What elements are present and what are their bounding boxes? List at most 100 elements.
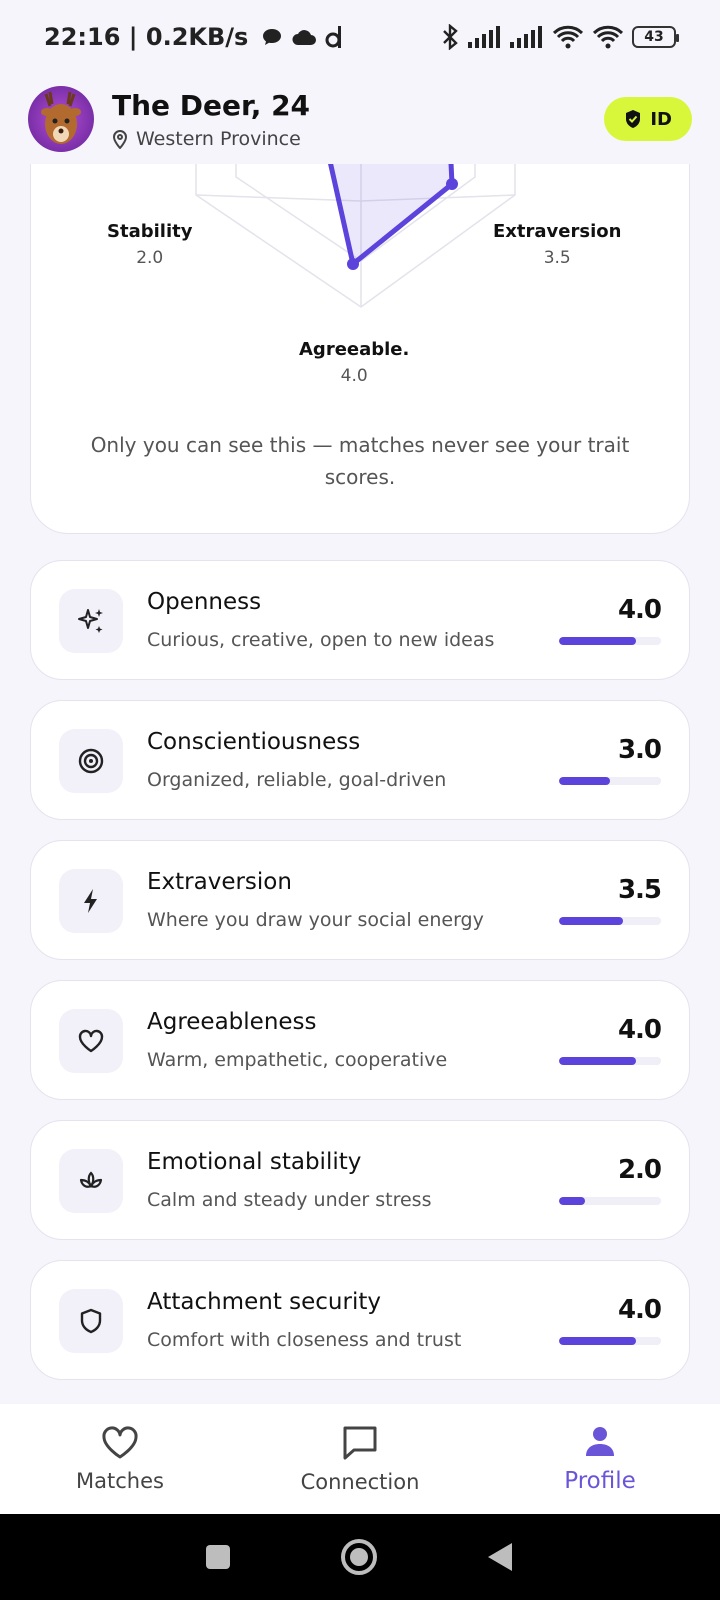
trait-icon-box xyxy=(59,589,123,653)
trait-icon-box xyxy=(59,1289,123,1353)
chat-bubble-icon xyxy=(263,29,282,45)
shield-icon xyxy=(80,1308,102,1334)
trait-card-conscientiousness[interactable]: Conscientiousness Organized, reliable, g… xyxy=(30,700,690,820)
nav-profile[interactable]: Profile xyxy=(480,1404,720,1514)
lotus-icon xyxy=(79,1171,103,1188)
lightning-icon xyxy=(84,889,97,913)
heart-icon xyxy=(102,1426,138,1459)
cloud-icon xyxy=(292,30,317,45)
radar-label-agreeable-name: Agreeable. xyxy=(299,339,410,360)
trait-card-agreeableness[interactable]: Agreeableness Warm, empathetic, cooperat… xyxy=(30,980,690,1100)
nav-connection[interactable]: Connection xyxy=(240,1404,480,1514)
sparkles-icon xyxy=(78,609,103,633)
radar-label-agreeable-value: 4.0 xyxy=(340,366,368,386)
profile-location: Western Province xyxy=(112,128,310,150)
person-icon xyxy=(586,1427,614,1456)
nav-connection-label: Connection xyxy=(300,1470,420,1494)
recents-square-icon[interactable] xyxy=(204,1543,232,1571)
heart-icon xyxy=(78,1029,104,1053)
trait-desc: Organized, reliable, goal-driven xyxy=(147,769,447,791)
chat-icon xyxy=(343,1426,377,1460)
radar-label-stability: Stability 2.0 xyxy=(107,221,192,268)
avatar[interactable] xyxy=(28,86,94,152)
trait-title: Conscientiousness xyxy=(147,729,361,755)
radar-label-extraversion-value: 3.5 xyxy=(543,248,571,268)
profile-header: The Deer, 24 Western Province ID xyxy=(0,74,720,164)
status-left: 22:16 | 0.2KB/s xyxy=(44,23,346,51)
trait-score-bar-fill xyxy=(559,1337,636,1345)
id-badge-label: ID xyxy=(650,108,672,130)
trait-score: 4.0 xyxy=(617,595,662,625)
trait-score-bar-fill xyxy=(559,1057,636,1065)
wifi-icon-2 xyxy=(592,25,624,49)
radar-label-stability-value: 2.0 xyxy=(136,248,164,268)
trait-score: 4.0 xyxy=(617,1295,662,1325)
radar-label-agreeable: Agreeable. 4.0 xyxy=(299,339,409,386)
battery-level: 43 xyxy=(644,29,664,45)
location-pin-icon xyxy=(112,129,128,149)
signal-icon-2 xyxy=(510,26,542,48)
signal-icon xyxy=(468,26,500,48)
trait-card-extraversion[interactable]: Extraversion Where you draw your social … xyxy=(30,840,690,960)
back-triangle-icon[interactable] xyxy=(486,1541,516,1573)
radar-label-extraversion-name: Extraversion xyxy=(493,221,622,242)
trait-card-emotional-stability[interactable]: Emotional stability Calm and steady unde… xyxy=(30,1120,690,1240)
trait-desc: Where you draw your social energy xyxy=(147,909,484,931)
id-verified-badge[interactable]: ID xyxy=(604,97,692,141)
radar-point-extraversion xyxy=(446,178,458,190)
trait-title: Attachment security xyxy=(147,1289,381,1315)
shield-check-icon xyxy=(626,110,641,128)
wifi-icon xyxy=(552,25,584,49)
bluetooth-icon xyxy=(443,24,458,50)
trait-score-bar-fill xyxy=(559,1197,585,1205)
trait-title: Openness xyxy=(147,589,262,615)
status-bar: 22:16 | 0.2KB/s 43 xyxy=(0,0,720,74)
trait-desc: Curious, creative, open to new ideas xyxy=(147,629,495,651)
privacy-note: Only you can see this — matches never se… xyxy=(90,433,630,489)
location-text: Western Province xyxy=(136,127,301,150)
trait-score-bar xyxy=(559,637,661,645)
trait-radar-card: Stability 2.0 Extraversion 3.5 Agreeable… xyxy=(30,120,690,534)
trait-title: Agreeableness xyxy=(147,1009,317,1035)
trait-icon-box xyxy=(59,729,123,793)
nav-matches[interactable]: Matches xyxy=(0,1404,240,1514)
trait-desc: Calm and steady under stress xyxy=(147,1189,432,1211)
trait-score-bar xyxy=(559,917,661,925)
trait-score: 3.5 xyxy=(617,875,662,905)
trait-icon-box xyxy=(59,1009,123,1073)
status-right: 43 xyxy=(440,24,679,50)
trait-score-bar xyxy=(559,1057,661,1065)
profile-name: The Deer, 24 xyxy=(112,88,311,122)
status-time: 22:16 | 0.2KB/s xyxy=(44,23,249,51)
trait-score-bar xyxy=(559,777,661,785)
trait-score: 3.0 xyxy=(617,735,662,765)
trait-card-openness[interactable]: Openness Curious, creative, open to new … xyxy=(30,560,690,680)
nav-profile-label: Profile xyxy=(564,1468,636,1494)
trait-card-attachment-security[interactable]: Attachment security Comfort with closene… xyxy=(30,1260,690,1380)
trait-score: 4.0 xyxy=(617,1015,662,1045)
deer-avatar-icon xyxy=(41,91,81,144)
trait-score-bar-fill xyxy=(559,777,610,785)
trait-score-bar xyxy=(559,1197,661,1205)
nav-matches-label: Matches xyxy=(76,1469,164,1493)
trait-icon-box xyxy=(59,869,123,933)
trait-icon-box xyxy=(59,1149,123,1213)
trait-desc: Comfort with closeness and trust xyxy=(147,1329,462,1351)
battery-indicator: 43 xyxy=(632,26,679,48)
radar-label-stability-name: Stability xyxy=(107,221,193,242)
trait-score-bar xyxy=(559,1337,661,1345)
trait-score-bar-fill xyxy=(559,917,623,925)
radar-point-agreeable xyxy=(347,258,359,270)
home-circle-icon[interactable] xyxy=(339,1537,379,1577)
profile-name-block: The Deer, 24 Western Province xyxy=(112,89,310,150)
system-navigation-bar xyxy=(0,1514,720,1600)
trait-desc: Warm, empathetic, cooperative xyxy=(147,1049,448,1071)
target-icon xyxy=(78,748,104,774)
bottom-navigation: Matches Connection Profile xyxy=(0,1404,720,1514)
radar-label-extraversion: Extraversion 3.5 xyxy=(493,221,621,268)
trait-score: 2.0 xyxy=(617,1155,662,1185)
trait-title: Emotional stability xyxy=(147,1149,362,1175)
trait-title: Extraversion xyxy=(147,869,292,895)
trait-score-bar-fill xyxy=(559,637,636,645)
app-d-icon xyxy=(325,26,342,48)
